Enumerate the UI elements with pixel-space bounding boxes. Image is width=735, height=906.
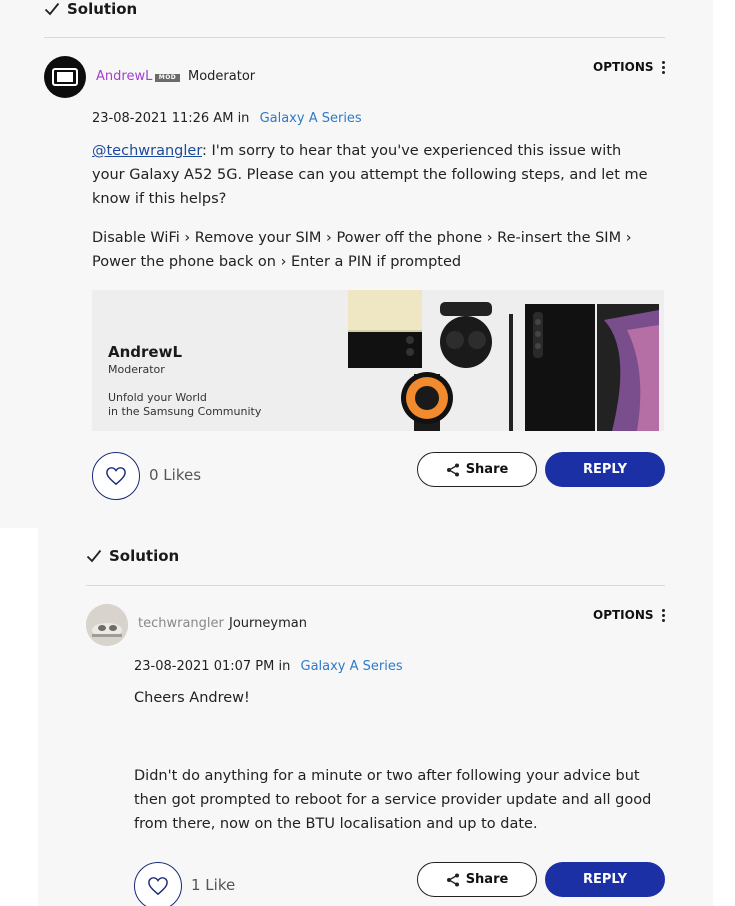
avatar[interactable] [86, 604, 128, 646]
author-rank: Moderator [188, 69, 256, 84]
divider [44, 37, 665, 38]
board-link[interactable]: Galaxy A Series [301, 659, 403, 674]
options-menu[interactable]: OPTIONS [593, 60, 665, 74]
user-avatar-image [86, 604, 128, 646]
post-body: @techwrangler: I'm sorry to hear that yo… [92, 139, 657, 274]
avatar[interactable] [44, 56, 86, 98]
reply-post-andrewl: Solution AndrewL MOD Moderator OPTIONS 2… [0, 0, 713, 528]
checkmark-icon [44, 2, 60, 16]
post-time: 11:26 AM [171, 111, 234, 126]
post-body: Cheers Andrew! Didn't do anything for a … [134, 686, 659, 836]
options-label: OPTIONS [593, 608, 654, 622]
post-meta: 23-08-2021 11:26 AM in Galaxy A Series [92, 111, 362, 126]
author-rank: Journeyman [229, 616, 307, 631]
heart-icon [148, 877, 168, 896]
share-button[interactable]: Share [417, 862, 537, 897]
post-meta: 23-08-2021 01:07 PM in Galaxy A Series [134, 659, 403, 674]
moderator-avatar-icon [52, 68, 78, 86]
options-label: OPTIONS [593, 60, 654, 74]
post-paragraph: Didn't do anything for a minute or two a… [134, 768, 652, 832]
post-date: 23-08-2021 [134, 659, 210, 674]
options-menu[interactable]: OPTIONS [593, 608, 665, 622]
like-button[interactable] [92, 452, 140, 500]
post-steps: Disable WiFi › Remove your SIM › Power o… [92, 230, 632, 270]
share-icon [446, 873, 459, 886]
share-icon [446, 463, 459, 476]
kebab-menu-icon [661, 608, 665, 622]
post-paragraph: Cheers Andrew! [134, 690, 250, 706]
mod-badge: MOD [155, 74, 180, 82]
divider [86, 585, 665, 586]
solution-label: Solution [67, 0, 138, 18]
share-button[interactable]: Share [417, 452, 537, 487]
post-time: 01:07 PM [213, 659, 275, 674]
post-in: in [278, 659, 291, 674]
like-button[interactable] [134, 862, 182, 906]
share-label: Share [465, 462, 509, 477]
checkmark-icon [86, 549, 102, 563]
share-label: Share [465, 872, 509, 887]
signature-banner: AndrewL Moderator Unfold your World in t… [92, 290, 664, 431]
solution-label: Solution [109, 547, 180, 565]
post-in: in [237, 111, 250, 126]
post-date: 23-08-2021 [92, 111, 168, 126]
kebab-menu-icon [661, 60, 665, 74]
solution-badge: Solution [44, 0, 137, 18]
post-paragraph: @techwrangler: I'm sorry to hear that yo… [92, 143, 648, 207]
heart-icon [106, 467, 126, 486]
author-name[interactable]: AndrewL [96, 69, 152, 84]
banner-products-image [348, 290, 659, 431]
solution-badge: Solution [86, 547, 179, 565]
board-link[interactable]: Galaxy A Series [260, 111, 362, 126]
reply-button[interactable]: REPLY [545, 452, 665, 487]
reply-button[interactable]: REPLY [545, 862, 665, 897]
author-name[interactable]: techwrangler [138, 616, 224, 631]
mention-link[interactable]: @techwrangler [92, 143, 202, 159]
like-count[interactable]: 1 Like [191, 876, 235, 894]
like-count[interactable]: 0 Likes [149, 466, 201, 484]
